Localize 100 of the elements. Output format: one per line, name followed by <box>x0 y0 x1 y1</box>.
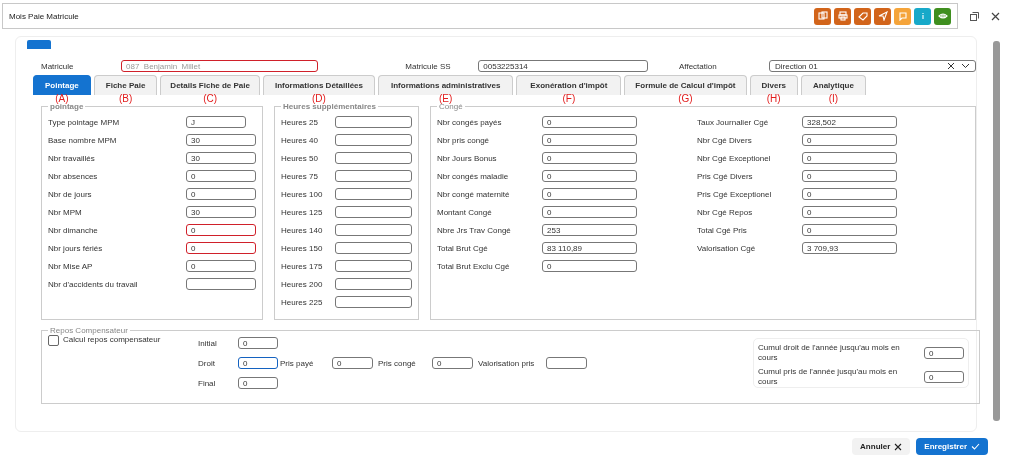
input-field[interactable] <box>335 260 412 272</box>
input-field[interactable]: 0 <box>802 134 897 146</box>
input-field[interactable]: 0 <box>238 377 278 389</box>
check-icon <box>971 443 980 450</box>
input-field[interactable]: 3 709,93 <box>802 242 897 254</box>
checkbox[interactable] <box>48 335 59 346</box>
field-label: Nbr jours fériés <box>48 243 104 253</box>
input-field[interactable] <box>335 242 412 254</box>
select-field[interactable]: Direction 01 <box>769 60 976 72</box>
input-field[interactable]: 0 <box>332 357 373 369</box>
input-field[interactable]: 0 <box>542 206 637 218</box>
tab[interactable]: Details Fiche de Paie <box>160 75 260 95</box>
input-field[interactable]: 0 <box>542 188 637 200</box>
field-label: Droit <box>198 358 216 368</box>
input-field[interactable] <box>335 188 412 200</box>
field-label: Total Brut Cgé <box>437 243 489 253</box>
input-field[interactable]: 0 <box>432 357 473 369</box>
clear-icon[interactable] <box>947 62 955 70</box>
input-field[interactable]: 0 <box>542 116 637 128</box>
input-field[interactable]: 0 <box>924 371 964 383</box>
tab[interactable]: Formule de Calcul d'impôt <box>624 75 747 95</box>
annotation-label: (I) <box>828 93 839 104</box>
field-label: Heures 40 <box>281 135 319 145</box>
field-label: Nbr d'accidents du travail <box>48 279 139 289</box>
field-label: Nbr congé maternité <box>437 189 511 199</box>
input-field[interactable] <box>546 357 587 369</box>
input-field[interactable]: 0 <box>802 206 897 218</box>
input-field[interactable]: 328,502 <box>802 116 897 128</box>
field-label: Nbr congés payés <box>437 117 503 127</box>
paper-plane-icon <box>877 11 888 21</box>
scrollbar[interactable] <box>993 41 1000 421</box>
input-field[interactable]: 30 <box>186 206 256 218</box>
field-label: Heures 175 <box>281 261 324 271</box>
tag-icon <box>857 11 868 21</box>
input-field[interactable]: 0 <box>802 152 897 164</box>
input-field[interactable] <box>335 206 412 218</box>
annotation-label: (A) <box>55 93 69 104</box>
cancel-button[interactable]: Annuler <box>852 438 911 455</box>
annotation-label: (H) <box>766 93 781 104</box>
send-button[interactable] <box>874 7 891 25</box>
tab[interactable]: Pointage <box>33 75 91 95</box>
input-field[interactable]: 30 <box>186 134 256 146</box>
print-button[interactable] <box>834 7 851 25</box>
input-field[interactable]: 30 <box>186 152 256 164</box>
input-field[interactable] <box>335 224 412 236</box>
input-field[interactable] <box>335 152 412 164</box>
field-label: Pris congé <box>378 358 417 368</box>
input-field[interactable]: 0 <box>186 260 256 272</box>
tab[interactable]: Exonération d'impôt <box>516 75 622 95</box>
input-field[interactable]: 0053225314 <box>478 60 649 72</box>
field-label: Nbr congés maladie <box>437 171 510 181</box>
eye-button[interactable] <box>934 7 951 25</box>
input-field[interactable] <box>335 170 412 182</box>
input-field[interactable]: 83 110,89 <box>542 242 637 254</box>
input-field[interactable]: 0 <box>542 152 637 164</box>
tab[interactable]: Informations Détaillées <box>262 75 375 95</box>
chevron-down-icon[interactable] <box>961 63 970 69</box>
eye-icon <box>937 11 948 21</box>
input-field[interactable]: J <box>186 116 246 128</box>
annotation-label: (C) <box>203 93 218 104</box>
printer-icon <box>837 11 848 21</box>
field-label: Heures 225 <box>281 297 324 307</box>
tag-button[interactable] <box>854 7 871 25</box>
input-field[interactable]: 0 <box>238 337 278 349</box>
input-field[interactable]: 0 <box>238 357 278 369</box>
close-icon <box>894 442 903 451</box>
input-field[interactable]: 0 <box>924 347 964 359</box>
field-label: Heures 25 <box>281 117 319 127</box>
tab[interactable]: Fiche Paie <box>93 75 158 95</box>
input-field[interactable] <box>335 134 412 146</box>
save-button[interactable]: Enregistrer <box>916 438 988 455</box>
input-field[interactable]: 0 <box>542 170 637 182</box>
input-field[interactable]: 0 <box>186 224 256 236</box>
input-field[interactable]: 0 <box>186 170 256 182</box>
chat-bubble-icon <box>897 11 908 21</box>
field-label: Matricule <box>41 61 75 71</box>
input-field[interactable]: 0 <box>802 188 897 200</box>
input-field[interactable] <box>335 296 412 308</box>
input-field[interactable]: 253 <box>542 224 637 236</box>
input-field[interactable]: 0 <box>802 170 897 182</box>
field-label: Heures 140 <box>281 225 324 235</box>
input-field[interactable]: 0 <box>802 224 897 236</box>
tab[interactable]: Informations administratives <box>378 75 514 95</box>
field-label: Valorisation Cgé <box>697 243 757 253</box>
documents-button[interactable] <box>814 7 831 25</box>
field-label: Heures 200 <box>281 279 324 289</box>
info-button[interactable] <box>914 7 931 25</box>
tab[interactable]: Divers <box>749 75 798 95</box>
window-title: Mois Paie Matricule <box>9 11 79 21</box>
restore-icon[interactable] <box>970 11 979 21</box>
input-field[interactable] <box>335 116 412 128</box>
input-field[interactable] <box>335 278 412 290</box>
tab[interactable]: Analytique <box>800 75 866 95</box>
field-label: Total Cgé Pris <box>697 225 748 235</box>
input-field[interactable]: 0 <box>186 188 256 200</box>
input-field[interactable]: 0 <box>542 134 637 146</box>
input-field[interactable]: 0 <box>186 242 256 254</box>
close-icon[interactable] <box>991 11 1000 21</box>
input-field[interactable] <box>186 278 256 290</box>
input-field[interactable]: 0 <box>542 260 637 272</box>
